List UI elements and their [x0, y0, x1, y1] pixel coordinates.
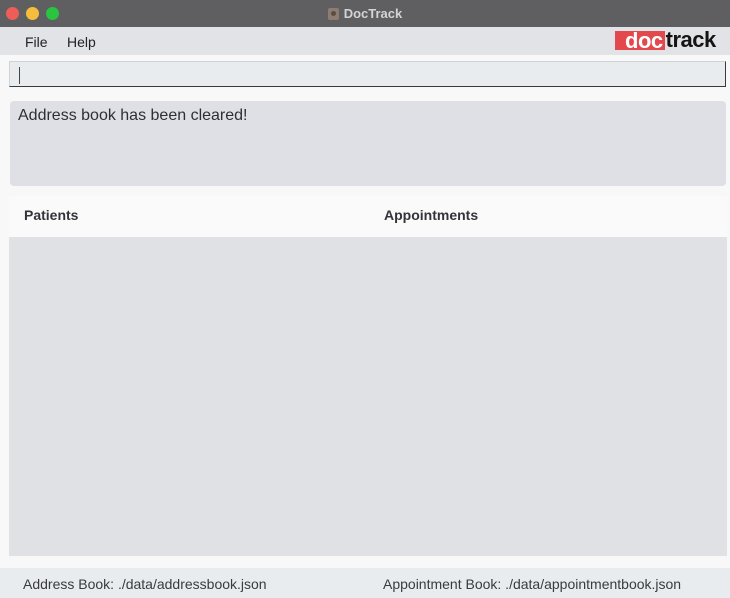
list-panels — [9, 237, 727, 556]
text-caret — [19, 67, 20, 84]
logo-track-text: track — [665, 27, 717, 52]
result-message: Address book has been cleared! — [18, 107, 248, 124]
patient-list[interactable] — [9, 237, 368, 556]
logo-doc-text: doc — [615, 29, 665, 51]
address-book-path: Address Book: ./data/addressbook.json — [23, 576, 267, 592]
command-input[interactable] — [9, 61, 726, 87]
window-titlebar: DocTrack — [0, 0, 730, 27]
menu-help[interactable]: Help — [67, 34, 96, 50]
appointment-list[interactable] — [368, 237, 727, 556]
appointment-book-path: Appointment Book: ./data/appointmentbook… — [383, 576, 682, 592]
status-bar: Address Book: ./data/addressbook.json Ap… — [0, 568, 730, 598]
result-display: Address book has been cleared! — [10, 101, 726, 186]
panel-headers: Patients Appointments — [9, 196, 727, 237]
appointments-header: Appointments — [384, 207, 479, 223]
window-title: DocTrack — [343, 6, 403, 21]
app-icon — [327, 7, 339, 20]
menu-file[interactable]: File — [25, 34, 48, 50]
doctrack-logo: doc track — [615, 27, 717, 52]
patients-header: Patients — [24, 207, 79, 223]
